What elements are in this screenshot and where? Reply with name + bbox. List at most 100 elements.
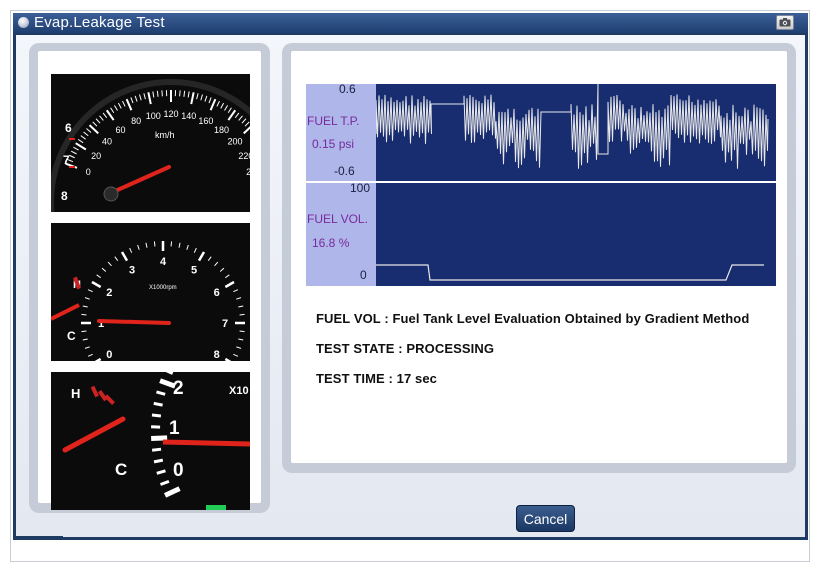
speedo-tick-label: 0 bbox=[86, 167, 91, 177]
speedo-tick bbox=[80, 135, 86, 140]
tacho-tick-label: 8 bbox=[214, 349, 220, 361]
speedo-tick bbox=[227, 107, 232, 114]
speedo-tick bbox=[92, 121, 98, 127]
speedo-tick bbox=[209, 98, 217, 111]
speedo-tick bbox=[83, 131, 89, 137]
tacho-tick bbox=[107, 261, 112, 267]
zoom-tick bbox=[156, 390, 166, 396]
bulb-icon bbox=[18, 17, 29, 28]
tacho-tick bbox=[137, 244, 140, 250]
tacho-tick bbox=[84, 346, 90, 349]
speedo-tick bbox=[238, 115, 243, 121]
tacho-tick bbox=[81, 313, 87, 316]
speedo-tick bbox=[134, 95, 138, 102]
camera-button[interactable] bbox=[776, 15, 794, 30]
speedo-tick bbox=[183, 90, 186, 97]
fuel-vol-min: 0 bbox=[360, 268, 367, 282]
speedo-tick bbox=[204, 95, 208, 102]
test-state-info: TEST STATE : PROCESSING bbox=[316, 341, 495, 356]
speedo-tick bbox=[125, 98, 133, 111]
result-panel-inner: 0.6 FUEL T.P. 0.15 psi -0.6 100 FUEL VOL… bbox=[291, 51, 787, 463]
tacho-tick bbox=[120, 251, 129, 262]
speedo-tick bbox=[243, 126, 250, 135]
speedo-tick bbox=[75, 142, 87, 151]
fuel-tp-max: 0.6 bbox=[339, 82, 356, 96]
speedo-tick bbox=[156, 90, 159, 97]
tacho-tick bbox=[238, 305, 244, 308]
zoom-cold-label: C bbox=[115, 460, 127, 479]
speedo-tick bbox=[147, 92, 152, 105]
speedo-tick-label: 160 bbox=[198, 116, 213, 126]
tacho-tick bbox=[178, 242, 181, 248]
speedo-partial-label: 6 bbox=[65, 121, 72, 135]
speedo-tick-label: 100 bbox=[146, 111, 161, 121]
zoom-hot-label: H bbox=[71, 386, 80, 401]
speedo-tick bbox=[102, 112, 108, 119]
tacho-tick bbox=[81, 330, 87, 333]
zoom-tick bbox=[151, 413, 162, 418]
zoom-x10-label: X10 bbox=[229, 385, 249, 397]
tacho-tick bbox=[91, 280, 102, 289]
zoom-tick bbox=[151, 447, 162, 452]
speedo-tick bbox=[139, 94, 142, 101]
tacho-tick bbox=[186, 244, 189, 250]
tacho-tick bbox=[207, 256, 212, 261]
tacho-tick-label: 3 bbox=[129, 264, 135, 276]
speedo-tick-label: 220 bbox=[238, 151, 250, 161]
speedo-tick bbox=[187, 91, 190, 98]
speedo-needle bbox=[111, 165, 171, 194]
zoom-tick bbox=[156, 469, 166, 475]
speedo-tick bbox=[224, 105, 228, 111]
speedo-tick-label: 240 bbox=[246, 167, 250, 177]
camera-icon bbox=[779, 18, 791, 27]
speedo-tick bbox=[86, 128, 92, 133]
speedo-tick bbox=[95, 118, 101, 124]
tacho-temp-needle bbox=[51, 303, 80, 321]
fuel-vol-value: 16.8 % bbox=[312, 236, 350, 250]
speedo-tick-label: 180 bbox=[214, 125, 229, 135]
speedo-tick bbox=[152, 91, 155, 98]
speedo-tick-label: 120 bbox=[163, 109, 178, 119]
tacho-unit: X1000rpm bbox=[149, 285, 177, 291]
title-bar: Evap.Leakage Test bbox=[13, 13, 808, 33]
tacho-tick bbox=[236, 297, 242, 300]
cancel-button[interactable]: Cancel bbox=[516, 505, 575, 532]
speedo-tick bbox=[73, 146, 79, 151]
speedo-tick bbox=[196, 93, 199, 100]
speedo-tick-label: 200 bbox=[227, 137, 242, 147]
tacho-tick bbox=[94, 357, 102, 361]
speedo-tick bbox=[77, 138, 84, 144]
temp-gauge-image: H C X10 0 1 2 bbox=[51, 372, 250, 510]
speedo-tick-label: 80 bbox=[131, 116, 141, 126]
speedo-tick bbox=[99, 115, 104, 121]
window-title: Evap.Leakage Test bbox=[34, 14, 165, 31]
tacho-tick bbox=[219, 267, 225, 272]
tacho-tick-label: 5 bbox=[191, 264, 197, 276]
fuel-vol-max: 100 bbox=[350, 181, 371, 195]
fuel-tp-trace bbox=[376, 84, 769, 169]
speedo-partial-label: 7 bbox=[63, 153, 70, 167]
tacho-tick bbox=[224, 357, 232, 361]
gauge-panel: 020406080100120140160180200220240 km/h 8… bbox=[29, 43, 270, 513]
tacho-tick bbox=[238, 338, 244, 341]
tacho-tick bbox=[224, 280, 235, 289]
tacho-tick bbox=[193, 247, 197, 253]
fuel-vol-trace bbox=[376, 264, 764, 281]
speedometer-image: 02040 60 80 100120140160180 200 220 240 km/h 8… bbox=[51, 74, 250, 212]
fuel-vol-label: FUEL VOL. bbox=[307, 212, 368, 226]
tacho-tick-label: 6 bbox=[214, 287, 220, 299]
tacho-tick bbox=[84, 297, 90, 300]
speedo-tick-label: 20 bbox=[91, 151, 101, 161]
tacho-tick bbox=[197, 251, 206, 262]
tacho-tick bbox=[225, 274, 230, 279]
tacho-tick bbox=[214, 261, 219, 267]
tacho-tick bbox=[87, 353, 93, 357]
fuel-graph: 0.6 FUEL T.P. 0.15 psi -0.6 100 FUEL VOL… bbox=[306, 82, 776, 286]
fuel-tp-min: -0.6 bbox=[334, 164, 355, 178]
evap-leakage-window: Evap.Leakage Test 0 20 40 60 80 100 120 140 160 1… bbox=[13, 13, 808, 540]
tacho-tick-label: 0 bbox=[106, 349, 112, 361]
speedo-tick bbox=[117, 102, 122, 109]
speedo-tick bbox=[190, 92, 195, 105]
fuel-tp-label: FUEL T.P. bbox=[307, 114, 360, 128]
tacho-tick bbox=[170, 241, 173, 247]
